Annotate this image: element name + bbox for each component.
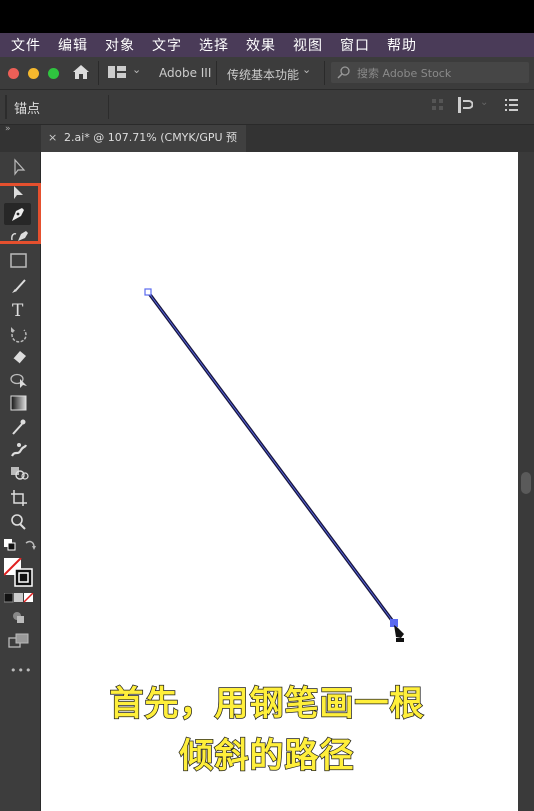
menu-window[interactable]: 窗口	[340, 35, 370, 55]
collapse-panels-button[interactable]: »	[5, 124, 11, 134]
control-bar	[0, 90, 534, 125]
rotate-tool[interactable]	[8, 324, 30, 344]
divider	[108, 95, 109, 119]
scrollbar-thumb[interactable]	[521, 472, 531, 494]
shape-builder-tool[interactable]	[8, 370, 30, 390]
chevron-down-icon[interactable]: ⌄	[480, 97, 488, 108]
color-mode-buttons[interactable]	[4, 593, 34, 603]
chevron-down-icon[interactable]: ⌄	[132, 63, 141, 76]
close-window-button[interactable]	[8, 68, 19, 79]
drawing-mode-icon[interactable]	[12, 611, 26, 625]
chevron-down-icon[interactable]: ⌄	[302, 63, 311, 76]
workspace-switcher[interactable]: Adobe III	[159, 66, 211, 80]
menu-select[interactable]: 选择	[199, 35, 229, 55]
panel-menu-icon[interactable]	[505, 99, 518, 111]
caption-line-2: 倾斜的路径	[179, 735, 355, 777]
search-icon	[337, 66, 350, 79]
stock-search-input[interactable]: 搜索 Adobe Stock	[331, 62, 529, 83]
menu-type[interactable]: 文字	[152, 35, 182, 55]
menu-object[interactable]: 对象	[105, 35, 135, 55]
zoom-tool[interactable]	[8, 512, 30, 532]
eyedropper-tool[interactable]	[8, 417, 30, 437]
home-icon[interactable]	[72, 64, 90, 80]
align-options-icon[interactable]	[457, 97, 473, 113]
svg-text:T: T	[12, 301, 24, 320]
document-tab[interactable]: × 2.ai* @ 107.71% (CMYK/GPU 预览)	[41, 125, 246, 169]
search-placeholder: 搜索 Adobe Stock	[357, 67, 452, 80]
symbol-sprayer-tool[interactable]	[8, 463, 30, 483]
swap-colors-icon[interactable]	[24, 539, 36, 551]
divider	[324, 61, 325, 85]
fill-stroke-swatches[interactable]	[4, 558, 34, 588]
selection-tool[interactable]	[8, 158, 30, 178]
menu-effect[interactable]: 效果	[246, 35, 276, 55]
type-tool[interactable]: T	[8, 300, 30, 320]
menu-bar: 文件 编辑 对象 文字 选择 效果 视图 窗口 帮助	[0, 33, 534, 57]
close-tab-icon[interactable]: ×	[48, 125, 57, 150]
control-bar-title: 锚点	[14, 102, 41, 117]
divider	[98, 61, 99, 85]
control-bar-grip[interactable]	[5, 95, 7, 119]
menu-view[interactable]: 视图	[293, 35, 323, 55]
divider	[216, 61, 217, 85]
eraser-tool[interactable]	[8, 347, 30, 367]
arrange-documents-icon[interactable]	[108, 66, 126, 78]
caption-line-1: 首先，用钢笔画一根	[109, 683, 425, 725]
maximize-window-button[interactable]	[48, 68, 59, 79]
workspace-dropdown[interactable]: 传统基本功能	[227, 66, 299, 83]
artboard-tool[interactable]	[8, 488, 30, 508]
default-colors-icon[interactable]	[4, 539, 16, 551]
menu-file[interactable]: 文件	[11, 35, 41, 55]
rectangle-tool[interactable]	[8, 252, 30, 272]
menu-edit[interactable]: 编辑	[58, 35, 88, 55]
puppet-warp-tool[interactable]	[8, 440, 30, 460]
minimize-window-button[interactable]	[28, 68, 39, 79]
menu-help[interactable]: 帮助	[387, 35, 417, 55]
tool-highlight-box	[0, 183, 41, 244]
top-black-bar	[0, 0, 534, 33]
screen-mode-icon[interactable]	[8, 633, 30, 649]
paintbrush-tool[interactable]	[8, 276, 30, 296]
gradient-tool[interactable]	[8, 393, 30, 413]
align-grid-icon[interactable]	[432, 99, 444, 111]
